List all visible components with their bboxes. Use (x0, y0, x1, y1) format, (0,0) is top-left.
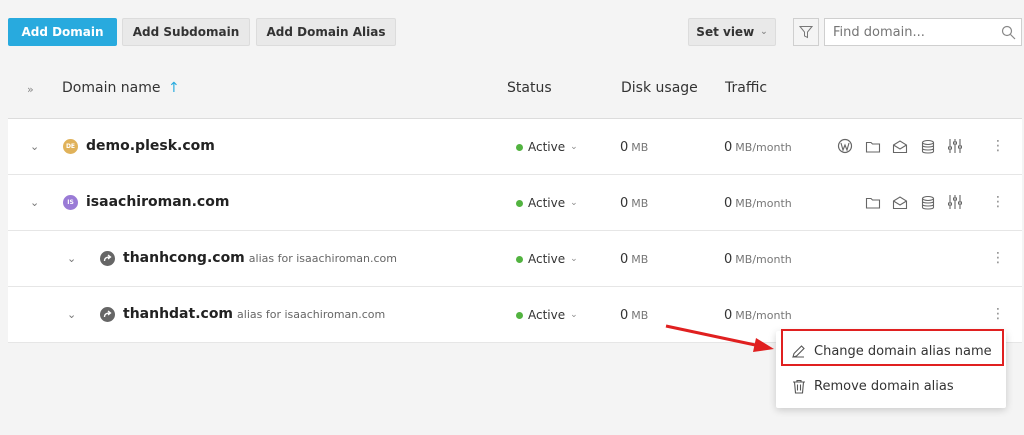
annotation-arrow-icon (665, 324, 774, 352)
sliders-icon[interactable] (947, 194, 963, 210)
alias-for-label: alias for isaachiroman.com (248, 252, 397, 265)
chevron-down-icon: ⌄ (570, 310, 578, 320)
database-icon[interactable] (920, 139, 936, 155)
active-status-dot (516, 255, 523, 263)
active-status-dot (516, 199, 523, 207)
disk-number: 0 (620, 252, 629, 267)
active-status-dot (516, 143, 523, 151)
mail-icon[interactable] (892, 139, 908, 155)
table-row: ⌄ IS isaachiroman.com Active ⌄ 0 MB 0 MB/m… (8, 175, 1022, 231)
domain-name-header-label: Domain name (62, 80, 161, 96)
alias-icon (100, 307, 115, 322)
sort-asc-icon: ↑ (167, 80, 180, 96)
search-input[interactable] (825, 19, 1011, 45)
context-menu: Change domain alias name Remove domain a… (776, 331, 1006, 408)
traffic-number: 0 (724, 252, 733, 267)
disk-number: 0 (620, 196, 629, 211)
status-header[interactable]: Status (507, 80, 552, 96)
chevron-down-icon: ⌄ (570, 198, 578, 208)
table-row: ⌄ thanhcong.com alias for isaachiroman.co… (8, 231, 1022, 287)
add-domain-button[interactable]: Add Domain (8, 18, 117, 46)
disk-number: 0 (620, 140, 629, 155)
status-dropdown[interactable]: Active ⌄ (516, 308, 578, 322)
status-label: Active (528, 308, 566, 322)
filter-icon (799, 26, 813, 39)
disk-number: 0 (620, 308, 629, 323)
wordpress-icon[interactable] (837, 138, 853, 154)
domain-avatar-icon: IS (63, 195, 78, 210)
mail-icon[interactable] (892, 195, 908, 211)
alias-icon (100, 251, 115, 266)
alias-domain-name: thanhcong.com (123, 250, 245, 266)
more-actions-icon[interactable]: ⋮ (991, 195, 1005, 209)
disk-usage-value: 0 MB (620, 140, 648, 155)
status-label: Active (528, 140, 566, 154)
disk-usage-header[interactable]: Disk usage (621, 80, 698, 96)
folder-icon[interactable] (865, 195, 881, 211)
trash-icon (793, 379, 805, 394)
chevron-down-icon[interactable]: ⌄ (67, 308, 76, 321)
domain-name-link[interactable]: thanhcong.com alias for isaachiroman.com (123, 250, 397, 266)
disk-unit: MB (631, 141, 649, 154)
traffic-unit: MB/month (735, 197, 792, 210)
disk-usage-value: 0 MB (620, 308, 648, 323)
pencil-icon (792, 344, 805, 358)
disk-usage-value: 0 MB (620, 196, 648, 211)
chevron-down-icon[interactable]: ⌄ (30, 196, 39, 209)
search-icon (1001, 25, 1016, 40)
more-actions-icon[interactable]: ⋮ (991, 139, 1005, 153)
sliders-icon[interactable] (947, 138, 963, 154)
traffic-header[interactable]: Traffic (725, 80, 767, 96)
chevron-down-icon: ⌄ (570, 142, 578, 152)
change-alias-name-label: Change domain alias name (814, 343, 992, 359)
more-actions-icon[interactable]: ⋮ (991, 307, 1005, 321)
add-domain-alias-button[interactable]: Add Domain Alias (256, 18, 396, 46)
domain-name-header[interactable]: Domain name ↑ (62, 80, 180, 96)
traffic-value: 0 MB/month (724, 140, 792, 155)
database-icon[interactable] (920, 195, 936, 211)
disk-usage-value: 0 MB (620, 252, 648, 267)
chevron-down-icon[interactable]: ⌄ (67, 252, 76, 265)
status-label: Active (528, 252, 566, 266)
remove-alias-label: Remove domain alias (814, 378, 954, 394)
alias-for-label: alias for isaachiroman.com (237, 308, 386, 321)
domain-avatar-icon: DE (63, 139, 78, 154)
folder-icon[interactable] (865, 139, 881, 155)
disk-unit: MB (631, 197, 649, 210)
domain-name-link[interactable]: thanhdat.com alias for isaachiroman.com (123, 306, 385, 322)
chevron-down-icon: ⌄ (570, 254, 578, 264)
active-status-dot (516, 311, 523, 319)
domain-name-link[interactable]: isaachiroman.com (86, 194, 229, 210)
traffic-number: 0 (724, 140, 733, 155)
disk-unit: MB (631, 309, 649, 322)
traffic-value: 0 MB/month (724, 196, 792, 211)
status-label: Active (528, 196, 566, 210)
domain-name-link[interactable]: demo.plesk.com (86, 138, 215, 154)
change-alias-name-menu-item[interactable]: Change domain alias name (776, 335, 1006, 367)
collapse-all-icon[interactable]: » (27, 83, 34, 96)
disk-unit: MB (631, 253, 649, 266)
status-dropdown[interactable]: Active ⌄ (516, 140, 578, 154)
add-subdomain-button[interactable]: Add Subdomain (122, 18, 250, 46)
remove-alias-menu-item[interactable]: Remove domain alias (776, 370, 1006, 402)
more-actions-icon[interactable]: ⋮ (991, 251, 1005, 265)
traffic-unit: MB/month (735, 141, 792, 154)
status-dropdown[interactable]: Active ⌄ (516, 252, 578, 266)
set-view-label: Set view (696, 25, 755, 39)
chevron-down-icon[interactable]: ⌄ (30, 140, 39, 153)
traffic-value: 0 MB/month (724, 252, 792, 267)
search-box[interactable] (824, 18, 1022, 46)
traffic-number: 0 (724, 196, 733, 211)
status-dropdown[interactable]: Active ⌄ (516, 196, 578, 210)
filter-button[interactable] (793, 18, 819, 46)
alias-domain-name: thanhdat.com (123, 306, 234, 322)
set-view-button[interactable]: Set view ⌄ (688, 18, 776, 46)
table-row: ⌄ DE demo.plesk.com Active ⌄ 0 MB 0 MB/mon… (8, 119, 1022, 175)
traffic-unit: MB/month (735, 253, 792, 266)
chevron-down-icon: ⌄ (760, 27, 768, 37)
